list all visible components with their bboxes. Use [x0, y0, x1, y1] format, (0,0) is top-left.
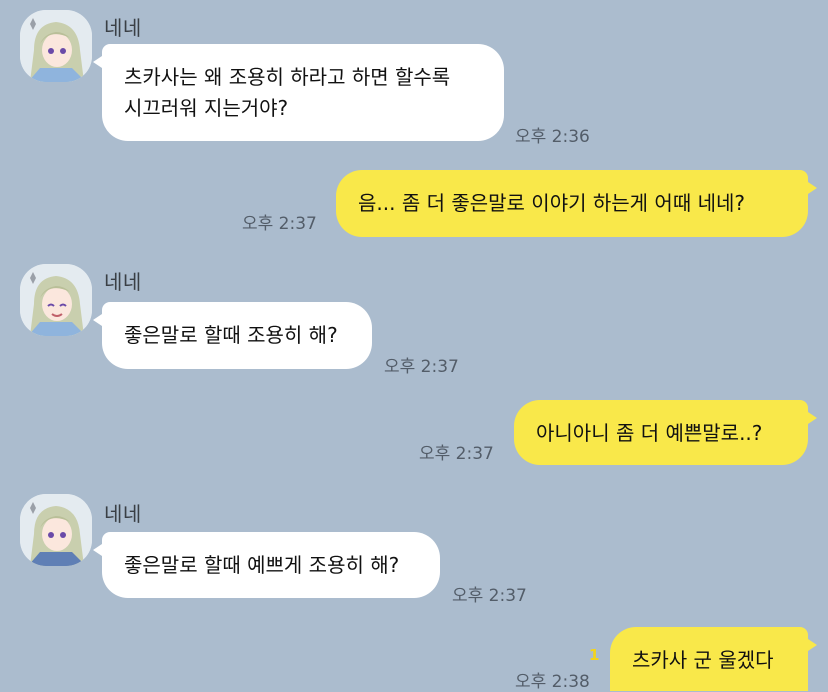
profile-avatar-icon[interactable] — [20, 10, 92, 82]
message-timestamp: 오후 2:37 — [384, 357, 459, 377]
message-bubble-incoming[interactable]: 좋은말로 할때 예쁘게 조용히 해? — [93, 532, 440, 598]
message-bubble-incoming[interactable]: 좋은말로 할때 조용히 해? — [93, 302, 372, 369]
message-line: 아니아니 좀 더 예쁜말로..? — [536, 421, 763, 445]
chat-area[interactable]: 네네 츠카사는 왜 조용히 하라고 하면 할수록 시끄러워 지는거야? 오후 2… — [0, 0, 828, 692]
sender-name: 네네 — [104, 16, 142, 40]
message-bubble-incoming[interactable]: 츠카사는 왜 조용히 하라고 하면 할수록 시끄러워 지는거야? — [93, 44, 504, 141]
profile-avatar-icon[interactable] — [20, 494, 92, 566]
message-bubble-outgoing[interactable]: 음... 좀 더 좋은말로 이야기 하는게 어때 네네? — [336, 170, 817, 237]
message-line: 좋은말로 할때 예쁘게 조용히 해? — [124, 553, 400, 577]
message-timestamp: 오후 2:38 — [515, 672, 590, 692]
profile-avatar-icon[interactable] — [20, 264, 92, 336]
message-line: 츠카사는 왜 조용히 하라고 하면 할수록 — [124, 65, 451, 89]
message-timestamp: 오후 2:37 — [419, 444, 494, 464]
message-timestamp: 오후 2:37 — [452, 586, 527, 606]
message-line: 시끄러워 지는거야? — [124, 96, 289, 120]
sender-name: 네네 — [104, 270, 142, 294]
message-line: 좋은말로 할때 조용히 해? — [124, 323, 338, 347]
sender-name: 네네 — [104, 502, 142, 526]
message-line: 츠카사 군 울겠다 — [632, 648, 774, 672]
message-timestamp: 오후 2:37 — [242, 214, 317, 234]
message-timestamp: 오후 2:36 — [515, 127, 590, 147]
unread-count: 1 — [589, 646, 600, 664]
message-bubble-outgoing[interactable]: 아니아니 좀 더 예쁜말로..? — [514, 400, 817, 465]
message-bubble-outgoing[interactable]: 츠카사 군 울겠다 — [610, 627, 817, 691]
message-line: 음... 좀 더 좋은말로 이야기 하는게 어때 네네? — [358, 191, 745, 215]
